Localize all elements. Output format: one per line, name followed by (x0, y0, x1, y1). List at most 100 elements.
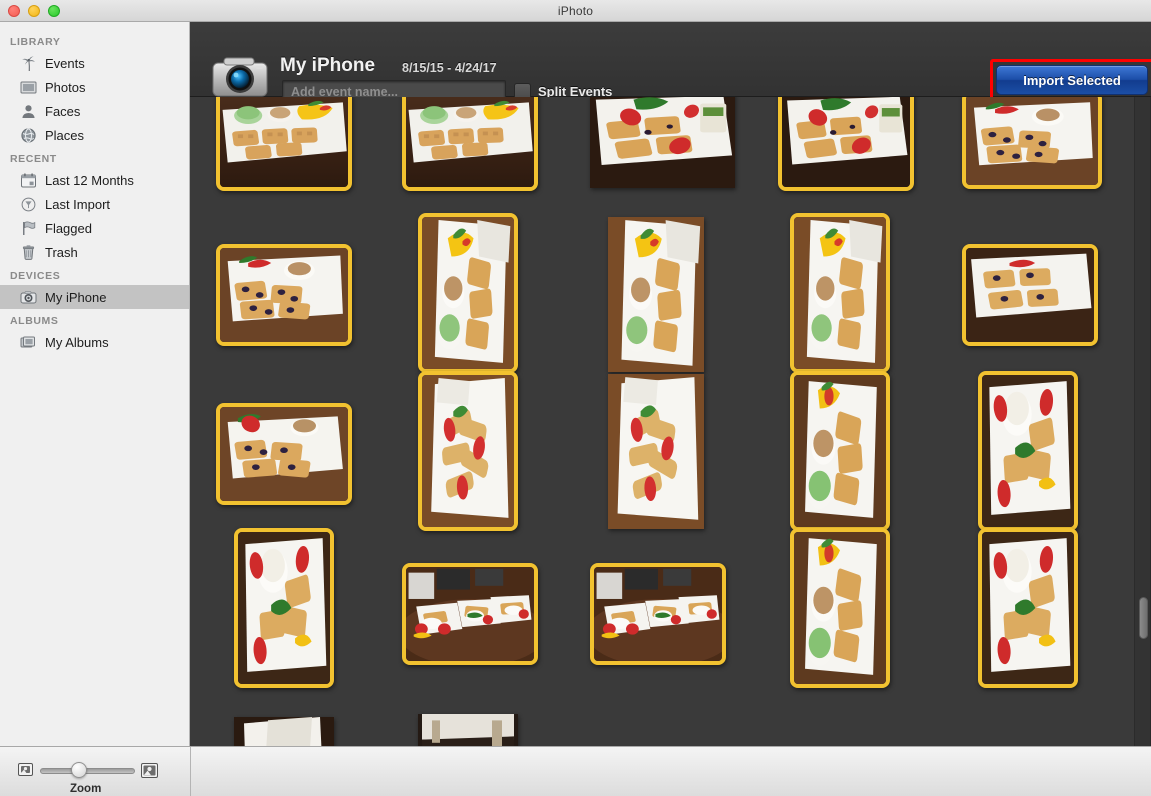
sidebar-section-devices: DEVICES (10, 270, 61, 282)
camera-device-icon (20, 289, 37, 306)
photo-thumbnail[interactable] (216, 97, 352, 191)
waffle-sticks-vertical-image (422, 375, 514, 527)
window-controls (8, 0, 60, 22)
iphoto-window: iPhoto LIBRARY Events Photos Faces Places REC… (0, 0, 1151, 796)
close-button[interactable] (8, 5, 20, 17)
sidebar-item-label: Photos (45, 79, 86, 95)
photo-thumbnail[interactable] (962, 244, 1098, 346)
waffle-blueberry-plate-image (220, 248, 348, 342)
window-title: iPhoto (557, 3, 594, 18)
photo-thumbnail[interactable] (418, 714, 518, 746)
sidebar-item-label: My Albums (45, 334, 109, 350)
photo-thumbnail[interactable] (962, 97, 1102, 189)
photo-thumbnail[interactable] (402, 563, 538, 665)
waffle-icecream-green-image (794, 375, 886, 527)
photo-thumbnail[interactable] (590, 97, 735, 188)
camera-icon (212, 57, 268, 97)
clock-icon (20, 196, 37, 213)
import-header: My iPhone 8/15/15 - 4/24/17 Split Events… (190, 22, 1151, 103)
waffle-cream-berries-image (982, 375, 1074, 527)
photo-grid[interactable] (190, 97, 1151, 746)
sidebar-section-library: LIBRARY (10, 36, 61, 48)
photo-thumbnail[interactable] (216, 403, 352, 505)
table-three-plates-image (406, 567, 534, 661)
waffle-cream-berries-image (238, 532, 330, 684)
sidebar-item-places[interactable]: Places (0, 123, 189, 147)
vertical-scrollbar[interactable] (1134, 97, 1150, 746)
sidebar-item-label: My iPhone (45, 289, 107, 305)
person-icon (20, 103, 37, 120)
small-thumbnail-icon[interactable] (18, 763, 33, 776)
import-selected-wrapper: Import Selected (996, 65, 1148, 95)
photo-thumbnail[interactable] (608, 217, 704, 372)
device-title: My iPhone (280, 55, 376, 76)
sidebar-item-photos[interactable]: Photos (0, 75, 189, 99)
table-three-plates-image (594, 567, 722, 661)
photo-thumbnail[interactable] (790, 371, 890, 531)
photo-thumbnail[interactable] (234, 528, 334, 688)
import-selected-button[interactable]: Import Selected (996, 65, 1148, 95)
sidebar-item-flagged[interactable]: Flagged (0, 216, 189, 240)
photo-thumbnail[interactable] (790, 528, 890, 688)
sidebar-item-label: Places (45, 127, 85, 143)
bottom-toolbar: Zoom (0, 746, 1151, 796)
waffle-plain-plate-image (966, 248, 1094, 342)
toolbar-divider (190, 747, 191, 796)
waffle-cream-berries-image (982, 532, 1074, 684)
zoom-slider-knob[interactable] (70, 762, 87, 778)
sidebar-item-trash[interactable]: Trash (0, 240, 189, 264)
waffle-icecream-vertical-image (422, 217, 514, 369)
waffle-sticks-dark-image (234, 717, 334, 746)
albums-icon (20, 334, 37, 351)
photo-thumbnail[interactable] (978, 528, 1078, 688)
sidebar-item-label: Last Import (45, 196, 111, 212)
sidebar-item-label: Last 12 Months (45, 172, 134, 188)
waffle-icecream-green-image (794, 532, 886, 684)
title-bar: iPhoto (0, 0, 1151, 22)
sidebar-item-last-import[interactable]: Last Import (0, 192, 189, 216)
sidebar[interactable]: LIBRARY Events Photos Faces Places RECENT Last… (0, 22, 190, 746)
trash-icon (20, 244, 37, 261)
photo-thumbnail[interactable] (234, 717, 334, 746)
photo-thumbnail[interactable] (402, 97, 538, 191)
photo-thumbnail[interactable] (790, 213, 890, 373)
waffle-strawberry-plate-image (782, 97, 910, 187)
waffle-mango-plate-image (406, 97, 534, 187)
minimize-button[interactable] (28, 5, 40, 17)
device-date-range: 8/15/15 - 4/24/17 (402, 61, 497, 75)
flag-icon (20, 220, 37, 237)
photo-thumbnail[interactable] (590, 563, 726, 665)
sidebar-item-label: Faces (45, 103, 81, 119)
sidebar-item-faces[interactable]: Faces (0, 99, 189, 123)
sidebar-item-events[interactable]: Events (0, 51, 189, 75)
photo-frame-icon (20, 79, 37, 96)
waffle-sticks-vertical-image (608, 374, 704, 529)
zoom-label: Zoom (70, 783, 102, 795)
photo-thumbnail[interactable] (778, 97, 914, 191)
waffle-icecream-vertical-image (794, 217, 886, 369)
zoom-slider-track[interactable] (40, 768, 135, 774)
calendar-icon (20, 172, 37, 189)
sidebar-item-label: Trash (45, 244, 78, 260)
sidebar-section-recent: RECENT (10, 153, 57, 165)
sidebar-item-my-albums[interactable]: My Albums (0, 330, 189, 354)
sidebar-item-last-12-months[interactable]: Last 12 Months (0, 168, 189, 192)
waffle-strawberry-plate-image (590, 97, 735, 188)
sidebar-item-label: Flagged (45, 220, 92, 236)
photo-thumbnail[interactable] (978, 371, 1078, 531)
palm-tree-icon (20, 55, 37, 72)
photo-thumbnail[interactable] (216, 244, 352, 346)
waffle-icecream-vertical-image (608, 217, 704, 372)
dark-table-shot-image (418, 714, 518, 746)
waffle-blueberry-plate-image (966, 97, 1098, 185)
photo-thumbnail[interactable] (418, 371, 518, 531)
maximize-button[interactable] (48, 5, 60, 17)
large-thumbnail-icon[interactable] (141, 763, 158, 778)
window-body: LIBRARY Events Photos Faces Places RECENT Last… (0, 22, 1151, 746)
sidebar-item-my-iphone[interactable]: My iPhone (0, 285, 189, 309)
photo-thumbnail[interactable] (608, 374, 704, 529)
photo-thumbnail[interactable] (418, 213, 518, 373)
main-pane: My iPhone 8/15/15 - 4/24/17 Split Events… (190, 22, 1151, 746)
scrollbar-thumb[interactable] (1139, 597, 1148, 639)
waffle-berries-plate-image (220, 407, 348, 501)
